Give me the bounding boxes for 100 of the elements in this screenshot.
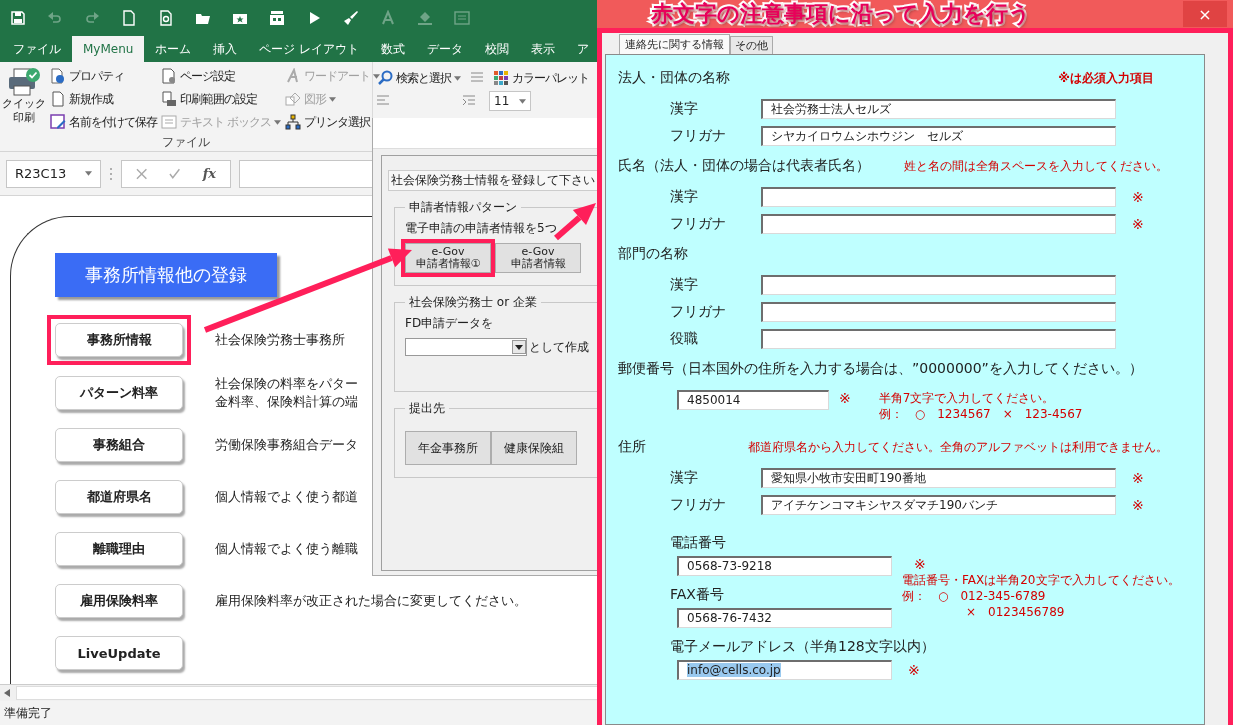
brush-icon[interactable]	[343, 10, 359, 26]
ribbon-button[interactable]: 印刷範囲の設定	[159, 88, 283, 110]
ribbon-button[interactable]: プリンタ選択	[282, 111, 382, 133]
instruction-note: 姓と名の間は全角スペースを入力してください。	[904, 157, 1169, 175]
required-mark: ※	[1132, 496, 1144, 513]
ribbon-tab[interactable]: ページ レイアウト	[248, 36, 371, 62]
section-heading: 部門の名称	[618, 245, 688, 263]
description-text: 金料率、保険料計算の端	[215, 392, 358, 411]
description-text: 個人情報でよく使う離職	[215, 540, 358, 558]
tab[interactable]: その他	[730, 36, 773, 54]
ribbon-button[interactable]: ページ設定	[159, 65, 283, 87]
required-mark: ※	[839, 390, 851, 406]
group-title: 申請者情報パターン	[408, 199, 518, 216]
applicant-button[interactable]: e-Gov 申請者情報①	[405, 243, 491, 273]
save-icon[interactable]	[10, 10, 26, 26]
status-text: 準備完了	[4, 704, 52, 722]
ribbon-tab[interactable]: 数式	[370, 36, 417, 62]
quick-print-button[interactable]: クイック印刷	[0, 65, 48, 134]
ribbon-tab[interactable]: 挿入	[202, 36, 249, 62]
description-text: 労働保険事務組合データ	[215, 436, 358, 454]
ribbon-tab[interactable]: ホーム	[144, 36, 203, 62]
ribbon-tab[interactable]: ファイル	[2, 36, 72, 62]
ribbon-tab[interactable]: ア	[566, 36, 600, 62]
tab[interactable]: 連絡先に関する情報	[619, 34, 730, 54]
text-field[interactable]	[761, 274, 1116, 295]
caret-icon	[519, 98, 527, 104]
sheet-button[interactable]: パターン料率	[55, 375, 183, 410]
shapes-icon	[284, 91, 301, 107]
sheet-button[interactable]: 都道府県名	[55, 480, 183, 515]
print-preview-icon[interactable]	[158, 10, 174, 26]
text-field[interactable]: 愛知県小牧市安田町190番地	[761, 467, 1116, 488]
text-field[interactable]: アイチケンコマキシヤスダマチ190バンチ	[761, 494, 1116, 515]
text-field[interactable]: シヤカイロウムシホウジン セルズ	[761, 125, 1116, 146]
instruction-note: 電話番号・FAXは半角20文字で入力してください。	[902, 572, 1180, 589]
section-heading: 法人・団体の名称	[618, 69, 730, 87]
color-palette-button[interactable]: カラーパレット	[491, 67, 591, 89]
text-field[interactable]	[761, 328, 1116, 349]
close-button[interactable]: ×	[1183, 1, 1227, 27]
wordart-icon	[284, 68, 301, 84]
text-field[interactable]: 社会労務士法人セルズ	[761, 98, 1116, 119]
ribbon-tab[interactable]: 表示	[520, 36, 567, 62]
ribbon-tab[interactable]: 校閲	[474, 36, 521, 62]
field-label: 漢字	[669, 275, 699, 294]
font-size-dropdown[interactable]: 11	[489, 91, 532, 111]
insert-function-button[interactable]: fx	[202, 166, 216, 181]
destination-button[interactable]: 健康保険組	[491, 431, 577, 465]
destination-button[interactable]: 年金事務所	[405, 431, 491, 465]
name-box[interactable]: R23C13	[6, 159, 101, 188]
caret-icon	[85, 171, 92, 176]
group-title: 社会保険労務士 or 企業	[408, 294, 538, 311]
text-field[interactable]	[761, 186, 1116, 207]
text-field[interactable]: 4850014	[677, 390, 829, 410]
check-icon[interactable]	[169, 167, 181, 180]
prompt-label: 社会保険労務士情報を登録して下さい	[388, 170, 597, 191]
network-icon	[284, 114, 301, 130]
ribbon-tab[interactable]: MyMenu	[72, 36, 145, 62]
field-label: 役職	[669, 329, 699, 348]
sheet-button[interactable]: 事務所情報	[55, 323, 183, 357]
text-field[interactable]: info@cells.co.jp	[677, 660, 892, 680]
sheet-button[interactable]: 事務組合	[55, 428, 183, 463]
instruction-note: 例： ○ 012-345-6789	[902, 588, 1047, 605]
applicant-button[interactable]: e-Gov 申請者情報	[495, 243, 581, 273]
text-field[interactable]: 0568-73-9218	[677, 556, 892, 576]
description-text: 社会保険の料率をパター	[215, 375, 358, 393]
section-heading: 氏名（法人・団体の場合は代表者氏名）	[618, 157, 870, 175]
annotation-title: 赤文字の注意事項に沿って入力を行う	[651, 0, 1031, 28]
instruction-note: 半角7文字で入力してください。	[878, 390, 1056, 407]
required-mark: ※	[1132, 188, 1144, 205]
required-mark: ※	[908, 662, 920, 678]
caret-icon	[372, 73, 380, 79]
dropdown-field[interactable]	[405, 338, 527, 356]
field-label: 漢字	[669, 468, 699, 487]
document-icon[interactable]	[121, 10, 137, 26]
field-label: FAX番号	[670, 585, 725, 604]
scroll-left-icon[interactable]	[4, 689, 10, 697]
text-field[interactable]	[761, 301, 1116, 322]
ribbon-button[interactable]: 名前を付けて保存	[48, 111, 159, 133]
title-banner: 事務所情報他の登録	[55, 253, 277, 297]
text-field[interactable]: 0568-76-7432	[677, 608, 892, 628]
palette-icon	[493, 70, 509, 86]
field-suffix: として作成	[529, 338, 589, 356]
instruction-note: 例： ○ 1234567 × 123-4567	[878, 406, 1083, 423]
ribbon-tab[interactable]: データ	[416, 36, 475, 62]
sheet-button[interactable]: 離職理由	[55, 532, 183, 567]
field-label: フリガナ	[669, 214, 727, 233]
caret-icon	[454, 75, 461, 81]
instruction-text: 電子申請の申請者情報を5つ	[405, 220, 558, 237]
sheet-button[interactable]: LiveUpdate	[55, 636, 183, 671]
caret-icon	[512, 340, 526, 354]
field-label: 漢字	[669, 99, 699, 118]
clapper-icon[interactable]	[269, 10, 285, 26]
section-heading: 郵便番号（日本国外の住所を入力する場合は、”0000000”を入力してください。）	[618, 360, 1143, 378]
search-icon	[377, 70, 393, 86]
ribbon-button[interactable]: プロパティ	[48, 65, 159, 87]
sheet-button[interactable]: 雇用保険料率	[55, 584, 183, 619]
required-mark: ※	[1132, 215, 1144, 232]
required-mark: ※	[1132, 469, 1144, 486]
text-field[interactable]	[761, 213, 1116, 234]
ribbon-button[interactable]: 新規作成	[48, 88, 159, 110]
caret-icon	[273, 119, 281, 125]
